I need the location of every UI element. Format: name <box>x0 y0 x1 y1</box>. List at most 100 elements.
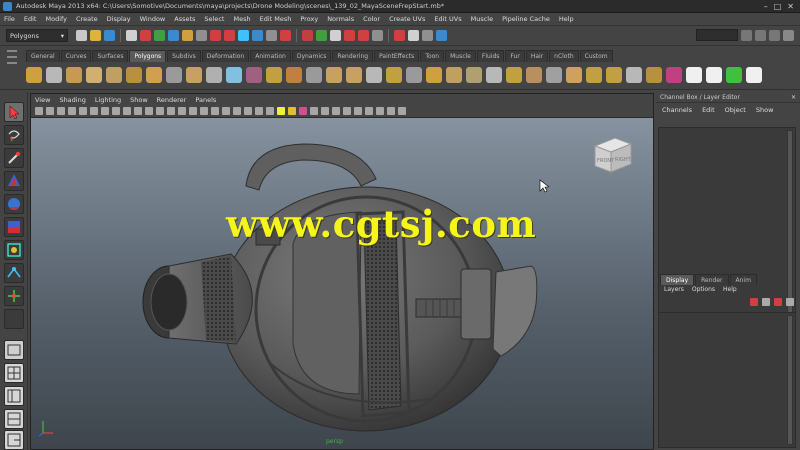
show-manipulator-tool[interactable] <box>4 286 24 306</box>
poly-cylinder-icon[interactable] <box>66 67 82 83</box>
shelf-tab-ncloth[interactable]: nCloth <box>549 50 579 62</box>
select-curve-icon[interactable] <box>210 30 221 41</box>
shelf-menu-grip[interactable] <box>4 50 20 86</box>
snap-curve-icon[interactable] <box>316 30 327 41</box>
paint-select-tool[interactable] <box>4 148 24 168</box>
make-live-icon[interactable] <box>358 30 369 41</box>
menu-create[interactable]: Create <box>76 15 98 23</box>
shelf-tab-general[interactable]: General <box>26 50 60 62</box>
menu-normals[interactable]: Normals <box>327 15 354 23</box>
shelf-tab-subdivs[interactable]: Subdivs <box>167 50 201 62</box>
view-cube[interactable]: FRONT RIGHT <box>591 134 635 178</box>
channel-box-menu-channels[interactable]: Channels <box>662 106 692 114</box>
select-surface-icon[interactable] <box>224 30 235 41</box>
extract-icon[interactable] <box>306 67 322 83</box>
offset-edge-loop-icon[interactable] <box>566 67 582 83</box>
menu-muscle[interactable]: Muscle <box>471 15 494 23</box>
snap-plane-icon[interactable] <box>344 30 355 41</box>
poly-torus-icon[interactable] <box>126 67 142 83</box>
menu-display[interactable]: Display <box>107 15 131 23</box>
reduce-icon[interactable] <box>366 67 382 83</box>
render-icon[interactable] <box>741 29 752 41</box>
poly-sphere-icon[interactable] <box>26 67 42 83</box>
shelf-tab-fur[interactable]: Fur <box>505 50 525 62</box>
menu-color[interactable]: Color <box>363 15 380 23</box>
menu-create-uvs[interactable]: Create UVs <box>389 15 425 23</box>
menu-assets[interactable]: Assets <box>174 15 195 23</box>
layer-options-icon[interactable] <box>786 298 794 306</box>
lasso-tool[interactable] <box>4 125 24 145</box>
shelf-tab-dynamics[interactable]: Dynamics <box>291 50 332 62</box>
split-polygon-icon[interactable] <box>526 67 542 83</box>
make-hole-icon[interactable] <box>466 67 482 83</box>
poly-soccer-ball-icon[interactable] <box>226 67 242 83</box>
new-scene-icon[interactable] <box>76 30 87 41</box>
booleans-icon[interactable] <box>326 67 342 83</box>
layer-menu-options[interactable]: Options <box>692 286 715 293</box>
fill-hole-icon[interactable] <box>446 67 462 83</box>
menu-edit[interactable]: Edit <box>24 15 37 23</box>
menu-edit-uvs[interactable]: Edit UVs <box>434 15 461 23</box>
last-used-tool[interactable] <box>4 309 24 329</box>
persp-graph-layout-button[interactable] <box>4 409 24 429</box>
new-empty-layer-icon[interactable] <box>762 298 770 306</box>
persp-outliner-layout-button[interactable] <box>4 386 24 406</box>
smooth-proxy-icon[interactable] <box>666 67 682 83</box>
select-misc-icon[interactable] <box>280 30 291 41</box>
rotate-tool[interactable] <box>4 194 24 214</box>
poly-platonic-icon[interactable] <box>246 67 262 83</box>
universal-manipulator-tool[interactable] <box>4 240 24 260</box>
menu-window[interactable]: Window <box>140 15 166 23</box>
scale-tool[interactable] <box>4 217 24 237</box>
close-button[interactable]: ✕ <box>787 2 794 11</box>
shelf-tab-fluids[interactable]: Fluids <box>476 50 505 62</box>
render-settings-icon[interactable] <box>769 29 780 41</box>
layer-menu-help[interactable]: Help <box>723 286 737 293</box>
undo-icon[interactable] <box>126 30 137 41</box>
hypershade-layout-button[interactable] <box>4 430 24 450</box>
poly-plane-icon[interactable] <box>106 67 122 83</box>
shelf-tab-toon[interactable]: Toon <box>420 50 445 62</box>
automatic-map-icon[interactable] <box>746 67 762 83</box>
snap-point-icon[interactable] <box>330 30 341 41</box>
quadrangulate-icon[interactable] <box>426 67 442 83</box>
layer-tab-display[interactable]: Display <box>660 274 695 285</box>
output-ops-icon[interactable] <box>394 30 405 41</box>
shelf-tab-rendering[interactable]: Rendering <box>332 50 374 62</box>
planar-map-icon[interactable] <box>706 67 722 83</box>
ipr-icon[interactable] <box>755 29 766 41</box>
cleanup-icon[interactable] <box>386 67 402 83</box>
poly-cube-icon[interactable] <box>46 67 62 83</box>
poly-pyramid-icon[interactable] <box>166 67 182 83</box>
menu-file[interactable]: File <box>4 15 15 23</box>
layer-list-scrollbar[interactable] <box>787 315 793 445</box>
channel-box-menu-edit[interactable]: Edit <box>702 106 715 114</box>
move-tool[interactable] <box>4 171 24 191</box>
poly-cone-icon[interactable] <box>86 67 102 83</box>
soft-modification-tool[interactable] <box>4 263 24 283</box>
menu-set-dropdown[interactable]: Polygons ▾ <box>6 29 68 42</box>
smooth-icon[interactable] <box>346 67 362 83</box>
bevel-icon[interactable] <box>646 67 662 83</box>
layer-menu-layers[interactable]: Layers <box>664 286 684 293</box>
select-render-icon[interactable] <box>266 30 277 41</box>
shelf-tab-muscle[interactable]: Muscle <box>445 50 476 62</box>
append-polygon-icon[interactable] <box>506 67 522 83</box>
menu-modify[interactable]: Modify <box>45 15 67 23</box>
bridge-icon[interactable] <box>606 67 622 83</box>
four-view-layout-button[interactable] <box>4 363 24 383</box>
drone-3d-model[interactable] <box>31 94 654 450</box>
new-layer-selected-icon[interactable] <box>750 298 758 306</box>
snap-grid-icon[interactable] <box>302 30 313 41</box>
shelf-tab-deformation[interactable]: Deformation <box>201 50 250 62</box>
shelf-tab-hair[interactable]: Hair <box>525 50 549 62</box>
cylindrical-map-icon[interactable] <box>726 67 742 83</box>
shelf-tab-painteffects[interactable]: PaintEffects <box>374 50 420 62</box>
shelf-tab-curves[interactable]: Curves <box>60 50 92 62</box>
poly-helix-icon[interactable] <box>206 67 222 83</box>
input-field[interactable] <box>696 29 738 41</box>
select-tool[interactable] <box>4 102 24 122</box>
channel-box-menu-object[interactable]: Object <box>725 106 746 114</box>
extrude-icon[interactable] <box>586 67 602 83</box>
sidebar-toggle-icon[interactable] <box>783 29 794 41</box>
